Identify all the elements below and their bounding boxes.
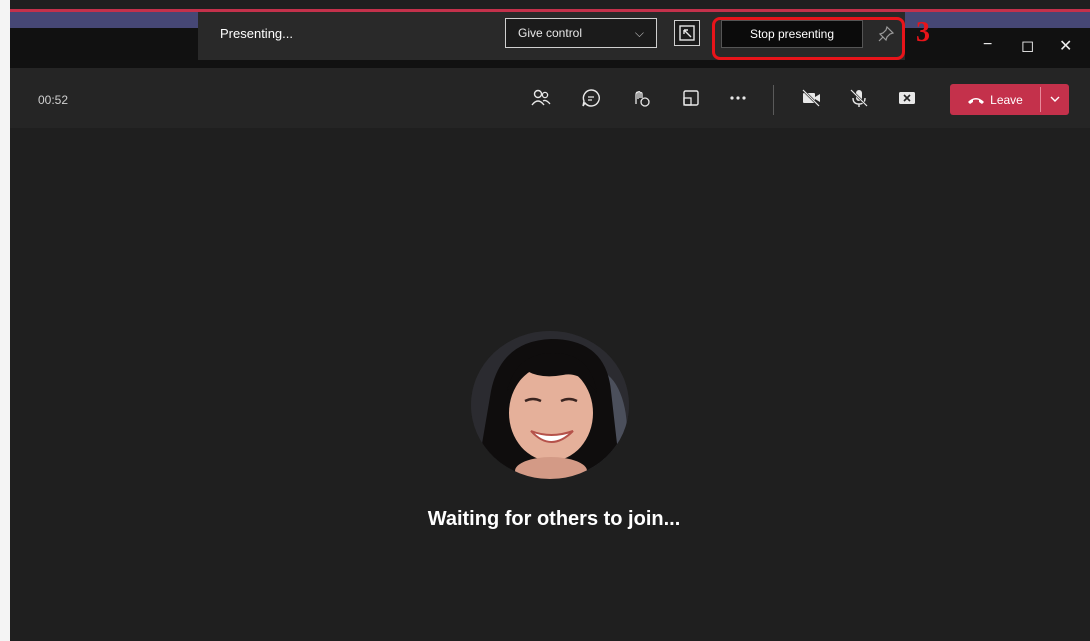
user-photo [471,331,629,479]
waiting-message: Waiting for others to join... [427,508,681,530]
chat-icon[interactable] [580,87,602,109]
chevron-down-icon [1050,96,1060,102]
avatar [471,331,629,479]
reactions-icon[interactable] [630,87,652,109]
controls-divider [773,85,774,115]
screen-edge [0,0,10,641]
title-bar-accent-right [905,12,1090,28]
phone-hangup-icon [968,97,985,104]
annotation-number: 3 [916,17,930,48]
give-control-dropdown[interactable]: Give control ⌵ [505,18,657,48]
close-window-button[interactable]: ✕ [1059,36,1072,56]
share-tray-icon[interactable] [896,87,918,109]
meeting-controls-bar: 00:52 Leave [10,68,1090,128]
teams-meeting-window: Presenting... Give control ⌵ Stop presen… [0,0,1090,641]
chevron-down-icon: ⌵ [634,26,644,40]
leave-button[interactable]: Leave [950,84,1040,115]
leave-button-group: Leave [950,84,1069,115]
leave-options-button[interactable] [1041,84,1069,115]
minimize-button[interactable]: − [983,36,992,54]
mic-off-icon[interactable] [848,87,870,109]
give-control-label: Give control [518,26,583,40]
presenting-status: Presenting... [220,26,293,41]
rooms-icon[interactable] [680,87,702,109]
leave-label: Leave [990,92,1023,107]
people-icon[interactable] [530,87,552,109]
camera-off-icon[interactable] [800,87,822,109]
present-popout-icon [679,25,695,41]
more-icon[interactable] [727,87,749,109]
present-popout-button[interactable] [674,20,700,46]
title-bar-accent-left [10,12,198,28]
annotation-highlight-box [712,17,905,60]
maximize-button[interactable]: ◻ [1021,36,1034,56]
meeting-timer: 00:52 [38,93,69,107]
